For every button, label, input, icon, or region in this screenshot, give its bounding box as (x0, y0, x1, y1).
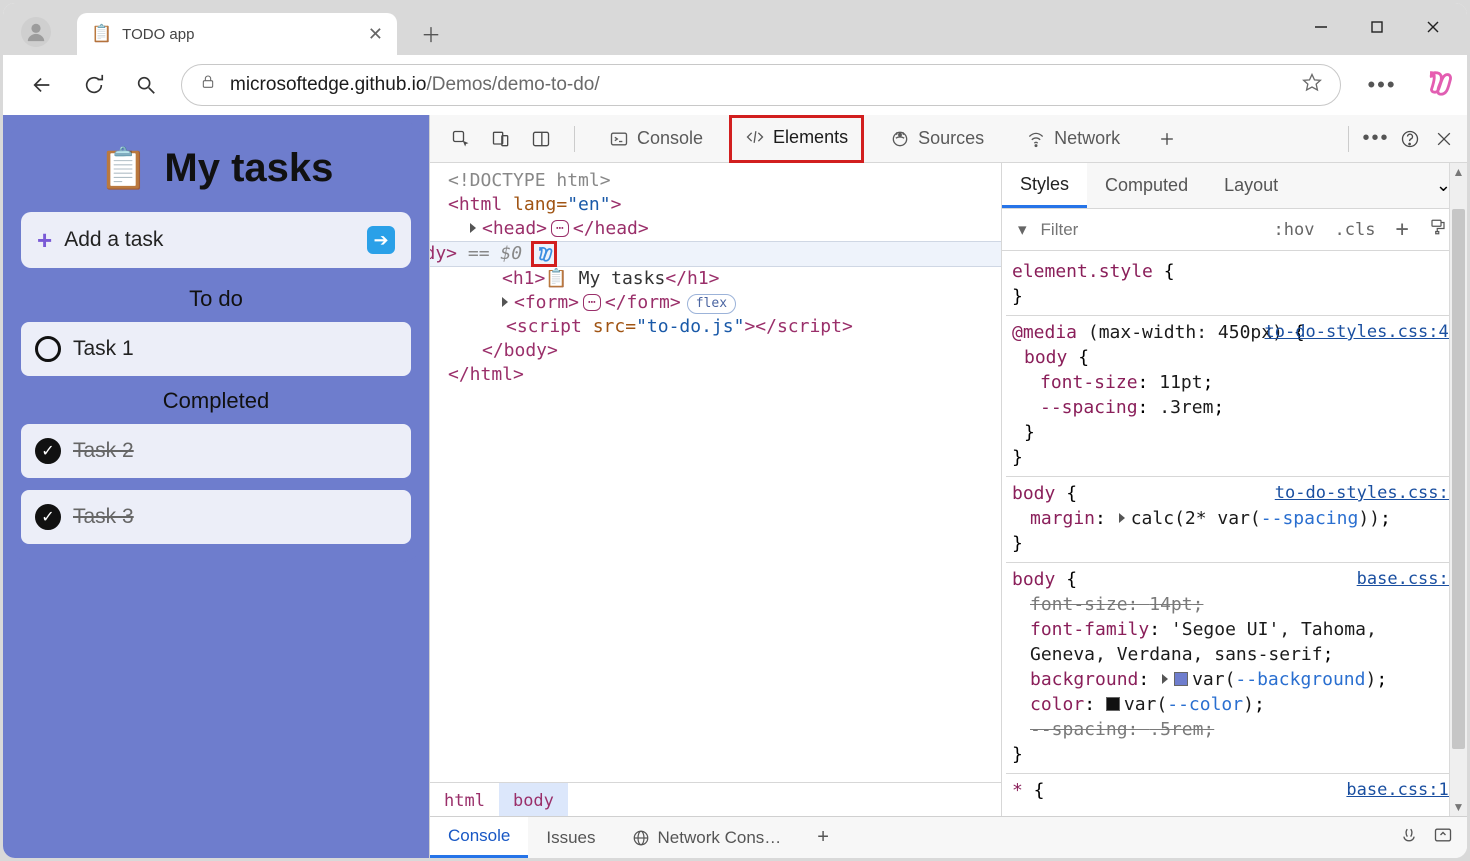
scroll-down-icon[interactable]: ▼ (1450, 798, 1467, 816)
hov-toggle[interactable]: :hov (1264, 220, 1325, 240)
url-text: microsoftedge.github.io/Demos/demo-to-do… (230, 74, 600, 96)
devtools: Console Elements Sources Network •• (429, 115, 1467, 858)
drawer-more-button[interactable]: + (799, 817, 847, 858)
color-swatch[interactable] (1106, 697, 1120, 711)
task-item[interactable]: Task 1 (21, 322, 411, 376)
device-toggle-button[interactable] (486, 124, 516, 154)
cls-toggle[interactable]: .cls (1325, 220, 1386, 240)
tab-sources[interactable]: Sources (874, 115, 1000, 163)
site-info-button[interactable] (200, 74, 216, 96)
drawer-tab-issues[interactable]: Issues (528, 817, 613, 858)
tab-computed[interactable]: Computed (1087, 163, 1206, 208)
drawer-icon[interactable] (1399, 825, 1419, 850)
drawer-expand-button[interactable] (1433, 825, 1453, 850)
source-link[interactable]: to-do-styles.css:40 (1265, 320, 1459, 345)
drawer-tab-console[interactable]: Console (430, 817, 528, 858)
source-link[interactable]: base.css:1 (1357, 567, 1459, 592)
tab-styles[interactable]: Styles (1002, 163, 1087, 208)
browser-menu-button[interactable]: ••• (1359, 72, 1405, 98)
drawer-tab-network-conditions[interactable]: Network Cons… (614, 817, 800, 858)
page-viewport: 📋My tasks + Add a task ➔ To do Task 1 Co… (3, 115, 429, 858)
address-bar[interactable]: microsoftedge.github.io/Demos/demo-to-do… (181, 64, 1341, 106)
window-minimize-button[interactable] (1293, 7, 1349, 47)
task-item[interactable]: Task 3 (21, 490, 411, 544)
new-tab-button[interactable]: ＋ (413, 15, 449, 51)
help-button[interactable] (1395, 124, 1425, 154)
copilot-icon[interactable] (533, 243, 555, 265)
task-checkbox[interactable] (35, 504, 61, 530)
expand-icon[interactable] (470, 223, 476, 233)
flex-badge[interactable]: flex (687, 294, 736, 314)
dom-tree[interactable]: <!DOCTYPE html> <html lang="en"> <head>⋯… (430, 163, 1001, 816)
page-title: 📋My tasks (15, 145, 417, 192)
back-button[interactable] (25, 68, 59, 102)
window-close-button[interactable] (1405, 7, 1461, 47)
scroll-up-icon[interactable]: ▲ (1450, 163, 1467, 181)
tab-layout[interactable]: Layout (1206, 163, 1296, 208)
add-task-placeholder: Add a task (64, 228, 163, 252)
plus-icon: + (37, 225, 52, 256)
tab-network[interactable]: Network (1010, 115, 1136, 163)
copilot-button[interactable] (1423, 68, 1457, 102)
expand-icon[interactable] (502, 297, 508, 307)
task-item[interactable]: Task 2 (21, 424, 411, 478)
ellipsis-badge[interactable]: ⋯ (583, 294, 601, 311)
task-checkbox[interactable] (35, 336, 61, 362)
refresh-button[interactable] (77, 68, 111, 102)
styles-pane: Styles Computed Layout ⌄ ▾ :hov .cls + (1001, 163, 1467, 816)
devtools-drawer: Console Issues Network Cons… + (430, 816, 1467, 858)
browser-tab[interactable]: 📋 TODO app ✕ (77, 13, 397, 55)
new-rule-button[interactable]: + (1385, 217, 1418, 242)
source-link[interactable]: to-do-styles.css:1 (1275, 481, 1459, 506)
clipboard-icon: 📋 (99, 145, 149, 192)
ellipsis-badge[interactable]: ⋯ (551, 220, 569, 237)
tab-favicon: 📋 (91, 24, 112, 44)
styles-filter-input[interactable] (1039, 219, 1264, 241)
profile-button[interactable] (21, 17, 51, 47)
devtools-toolbar: Console Elements Sources Network •• (430, 115, 1467, 163)
breadcrumb-item[interactable]: html (430, 783, 499, 816)
expand-icon[interactable] (1162, 674, 1168, 684)
filter-icon: ▾ (1002, 220, 1039, 240)
inspect-button[interactable] (446, 124, 476, 154)
search-button[interactable] (129, 68, 163, 102)
browser-toolbar: microsoftedge.github.io/Demos/demo-to-do… (3, 55, 1467, 115)
add-task-input[interactable]: + Add a task ➔ (21, 212, 411, 268)
todo-heading: To do (15, 286, 417, 312)
task-label: Task 2 (73, 439, 134, 463)
browser-titlebar: 📋 TODO app ✕ ＋ (3, 3, 1467, 55)
devtools-menu-button[interactable]: ••• (1361, 124, 1391, 154)
tab-close-button[interactable]: ✕ (368, 25, 383, 43)
close-devtools-button[interactable] (1429, 124, 1459, 154)
tab-title: TODO app (122, 26, 194, 43)
completed-heading: Completed (15, 388, 417, 414)
tab-console[interactable]: Console (593, 115, 719, 163)
scrollbar[interactable]: ▲ ▼ (1449, 163, 1467, 816)
tab-elements[interactable]: Elements (729, 115, 864, 163)
task-checkbox[interactable] (35, 438, 61, 464)
dock-toggle-button[interactable] (526, 124, 556, 154)
breadcrumb[interactable]: html body (430, 782, 1001, 816)
task-label: Task 1 (73, 337, 134, 361)
styles-filter-bar: ▾ :hov .cls + (1002, 209, 1467, 251)
more-tabs-button[interactable] (1152, 124, 1182, 154)
styles-pane-tabs: Styles Computed Layout ⌄ (1002, 163, 1467, 209)
source-link[interactable]: base.css:15 (1346, 778, 1459, 803)
favorite-button[interactable] (1302, 72, 1322, 98)
scroll-thumb[interactable] (1452, 209, 1465, 749)
window-maximize-button[interactable] (1349, 7, 1405, 47)
submit-task-button[interactable]: ➔ (367, 226, 395, 254)
breadcrumb-item[interactable]: body (499, 783, 568, 816)
expand-icon[interactable] (1119, 513, 1125, 523)
task-label: Task 3 (73, 505, 134, 529)
color-swatch[interactable] (1174, 672, 1188, 686)
